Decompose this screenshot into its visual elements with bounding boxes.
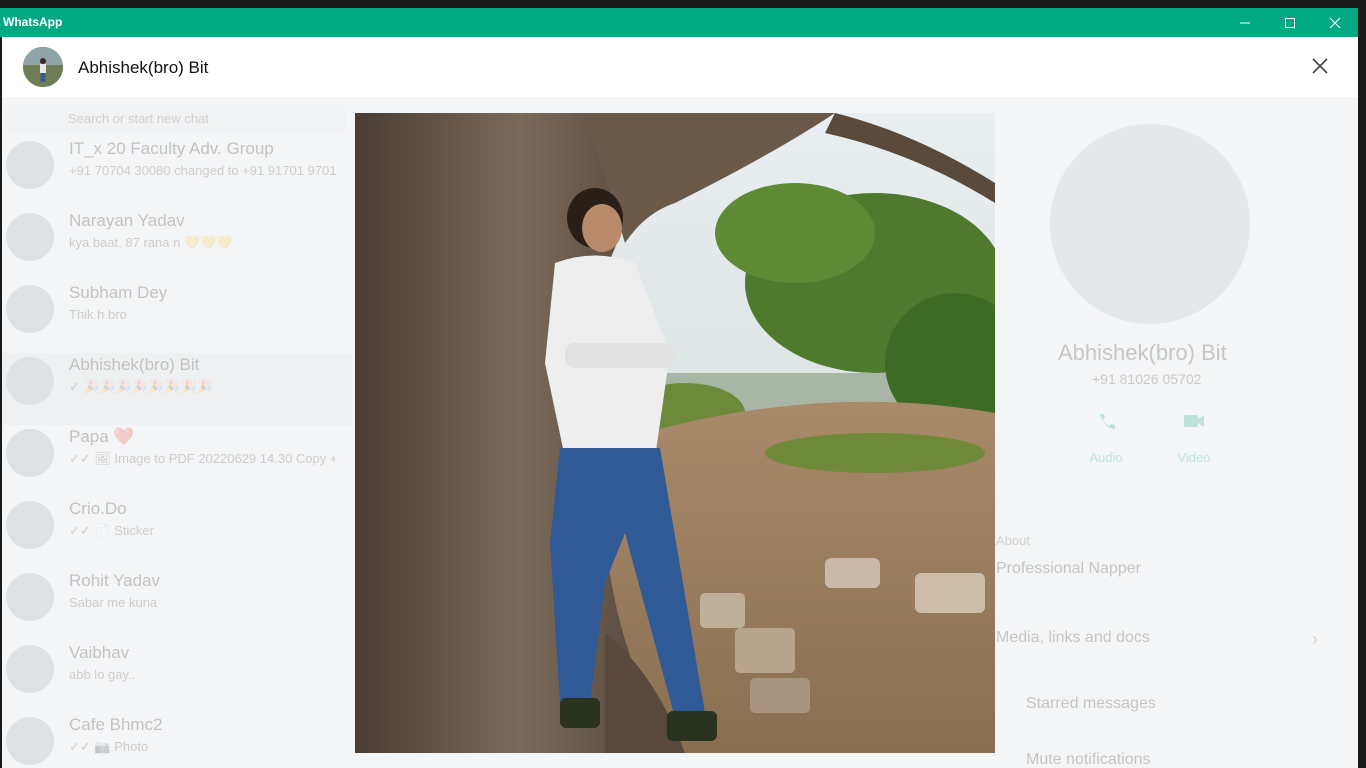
contact-avatar [23,47,63,87]
chat-name: Subham Dey [69,283,168,302]
about-heading: About [996,533,1030,548]
avatar [6,141,54,189]
avatar [6,573,54,621]
chat-name: Abhishek(bro) Bit [69,355,200,374]
chat-preview: ✓ 🎉🎉🎉🎉🎉🎉🎉🎉 [69,379,213,394]
chat-preview: ✓✓ 🖼 Image to PDF 20220629 14.30 Copy + [69,451,338,466]
media-links-row[interactable]: Media, links and docs › [996,629,1318,649]
chat-list-item[interactable]: Rohit Yadav Sabar me kuna [2,569,352,641]
starred-messages-row[interactable]: Starred messages [1026,695,1156,713]
chat-list-item[interactable]: Crio.Do ✓✓ 📄 Sticker [2,497,352,569]
chat-preview: +91 70704 30080 changed to +91 91701 970… [69,163,337,178]
chat-name: Cafe Bhmc2 [69,715,163,734]
profile-photo [355,113,995,753]
minimize-button[interactable] [1222,8,1268,37]
chat-preview: ✓✓ 📄 Sticker [69,523,154,538]
chat-search-placeholder: Search or start new chat [68,111,209,126]
audio-call-button[interactable]: Audio [1076,412,1136,465]
chat-list-item[interactable]: IT_x 20 Faculty Adv. Group +91 70704 300… [2,137,352,209]
video-call-button[interactable]: Video [1164,412,1224,465]
chat-preview: abb lo gay.. [69,667,136,682]
avatar [6,645,54,693]
avatar [6,285,54,333]
chevron-right-icon: › [1312,629,1318,649]
maximize-button[interactable] [1267,8,1313,37]
chat-name: Narayan Yadav [69,211,185,230]
profile-picture[interactable] [1050,124,1250,324]
starred-label: Starred messages [1026,695,1156,712]
mute-label: Mute notifications [1026,751,1151,768]
app-window: Search or start new chat IT_x 20 Faculty… [2,37,1358,768]
chat-preview: ✓✓ 📷 Photo [69,739,149,754]
chat-preview: Sabar me kuna [69,595,158,610]
app-title: WhatsApp [3,15,63,29]
audio-label: Audio [1089,450,1123,465]
window-close-button[interactable] [1312,8,1358,37]
chat-name: Vaibhav [69,643,130,662]
avatar [6,213,54,261]
chat-list-item[interactable]: Narayan Yadav kya baat, 87 rana n 💛💛💛 [2,209,352,281]
avatar-image [23,47,63,87]
avatar [6,717,54,765]
chat-list-item[interactable]: Vaibhav abb lo gay.. [2,641,352,713]
contact-name: Abhishek(bro) Bit [78,58,209,77]
window-close-icon [1329,17,1341,28]
phone-icon [1100,414,1115,429]
avatar [6,357,54,405]
chat-preview: kya baat, 87 rana n 💛💛💛 [69,235,233,250]
chat-list-item-selected[interactable]: Abhishek(bro) Bit ✓ 🎉🎉🎉🎉🎉🎉🎉🎉 [2,353,352,425]
profile-phone: +91 81026 05702 [1092,371,1202,387]
chat-search-box[interactable]: Search or start new chat [6,105,346,133]
chat-name: Rohit Yadav [69,571,161,590]
chat-name: IT_x 20 Faculty Adv. Group [69,139,274,158]
chat-list-item[interactable]: Subham Dey Thik h bro [2,281,352,353]
media-label: Media, links and docs [996,629,1150,646]
close-icon [1312,58,1328,74]
maximize-icon [1285,17,1295,28]
photo-image [355,113,995,753]
minimize-icon [1240,22,1250,23]
chat-list-item[interactable]: Cafe Bhmc2 ✓✓ 📷 Photo [2,713,352,768]
chat-preview: Thik h bro [69,307,127,322]
window-titlebar: WhatsApp [0,8,1358,37]
video-icon [1184,415,1204,427]
chat-name: Papa ❤️ [69,427,135,446]
mute-notifications-row[interactable]: Mute notifications [1026,751,1151,768]
avatar [6,429,54,477]
profile-name: Abhishek(bro) Bit [1058,340,1227,365]
about-text: Professional Napper [996,560,1141,577]
close-button[interactable] [1304,50,1336,82]
chat-name: Crio.Do [69,499,127,518]
avatar [6,501,54,549]
chat-list-item[interactable]: Papa ❤️ ✓✓ 🖼 Image to PDF 20220629 14.30… [2,425,352,497]
photo-viewer-header: Abhishek(bro) Bit [2,37,1358,97]
video-label: Video [1177,450,1211,465]
